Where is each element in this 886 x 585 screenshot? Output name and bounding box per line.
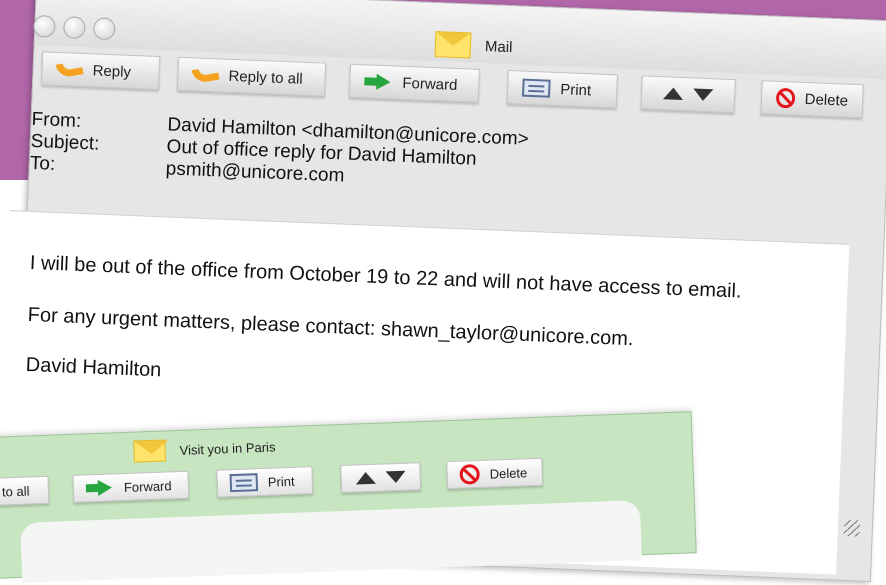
delete-label: Delete — [804, 90, 849, 110]
reply-label: Reply — [92, 61, 132, 81]
prev-next-button[interactable] — [640, 75, 736, 114]
print-button[interactable]: Print — [506, 70, 618, 109]
zoom-window-button[interactable] — [92, 17, 116, 41]
down-arrow-icon[interactable] — [692, 88, 714, 102]
second-reply-all-button[interactable]: to all — [0, 475, 50, 507]
second-forward-button[interactable]: Forward — [72, 470, 190, 503]
minimize-window-button[interactable] — [62, 16, 86, 40]
second-print-button[interactable]: Print — [216, 466, 314, 498]
second-delete-label: Delete — [489, 464, 528, 482]
forward-icon — [86, 479, 115, 496]
up-arrow-icon[interactable] — [662, 87, 684, 101]
window-controls — [32, 14, 116, 41]
print-label: Print — [559, 80, 592, 99]
up-arrow-icon[interactable] — [355, 471, 376, 485]
forward-button[interactable]: Forward — [348, 63, 481, 103]
window-title: Mail — [434, 31, 513, 60]
body-line-1: I will be out of the office from October… — [29, 251, 742, 303]
second-print-label: Print — [267, 473, 295, 490]
reply-icon — [55, 60, 84, 79]
reply-button[interactable]: Reply — [41, 51, 161, 91]
second-prev-next-button[interactable] — [340, 462, 422, 494]
forward-label: Forward — [402, 74, 458, 94]
reply-all-button[interactable]: Reply to all — [176, 56, 327, 97]
reply-all-label: Reply to all — [228, 67, 304, 88]
forward-icon — [364, 73, 393, 90]
second-mail-window: Visit you in Paris to all Forward Print … — [0, 411, 697, 583]
second-forward-label: Forward — [123, 477, 172, 495]
signature: David Hamilton — [25, 353, 162, 382]
print-icon — [229, 473, 259, 493]
delete-button[interactable]: Delete — [760, 80, 864, 119]
print-icon — [521, 78, 551, 98]
envelope-icon — [133, 439, 166, 463]
second-window-title-text: Visit you in Paris — [179, 438, 276, 458]
resize-grip-icon[interactable] — [843, 519, 861, 537]
window-title-text: Mail — [484, 37, 513, 56]
second-reply-all-label: to all — [1, 482, 30, 499]
down-arrow-icon[interactable] — [385, 470, 406, 484]
second-window-title: Visit you in Paris — [133, 435, 276, 463]
close-window-button[interactable] — [32, 14, 56, 38]
second-delete-button[interactable]: Delete — [446, 457, 544, 490]
second-message-body[interactable] — [20, 500, 642, 583]
delete-icon — [775, 87, 796, 109]
body-line-2: For any urgent matters, please contact: … — [27, 303, 634, 351]
delete-icon — [459, 463, 481, 485]
reply-all-icon — [191, 65, 220, 84]
envelope-icon — [434, 31, 472, 59]
to-label: To: — [29, 152, 56, 175]
